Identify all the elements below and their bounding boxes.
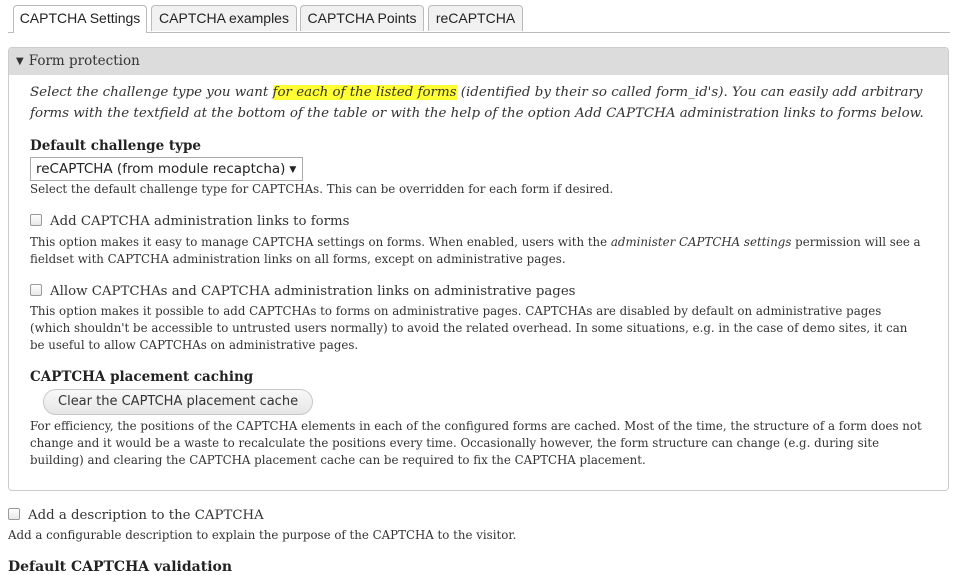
admin-links-label[interactable]: Add CAPTCHA administration links to form… [50, 214, 349, 229]
tab-captcha-settings[interactable]: CAPTCHA Settings [13, 5, 147, 33]
select-value: reCAPTCHA (from module recaptcha) [36, 161, 286, 177]
intro-text-part: Select the challenge type you want [30, 85, 273, 100]
admin-links-option: Add CAPTCHA administration links to form… [30, 214, 349, 229]
placement-caching-description: For efficiency, the positions of the CAP… [30, 419, 922, 467]
add-description-option: Add a description to the CAPTCHA [8, 508, 264, 523]
allow-admin-pages-checkbox[interactable] [30, 284, 42, 296]
legend-label: Form protection [28, 53, 140, 69]
tab-captcha-examples[interactable]: CAPTCHA examples [151, 5, 297, 31]
form-protection-legend[interactable]: ▼ Form protection [9, 48, 948, 75]
form-protection-fieldset: ▼ Form protection Select the challenge ty… [8, 47, 949, 491]
allow-admin-pages-label[interactable]: Allow CAPTCHAs and CAPTCHA administratio… [50, 284, 576, 299]
desc-part: This option makes it easy to manage CAPT… [30, 235, 611, 249]
default-challenge-description: Select the default challenge type for CA… [30, 182, 614, 196]
chevron-down-icon: ▼ [289, 165, 297, 175]
collapse-triangle-icon: ▼ [16, 56, 24, 67]
add-description-description: Add a configurable description to explai… [8, 528, 517, 542]
permission-name: administer CAPTCHA settings [610, 235, 792, 249]
placement-caching-label: CAPTCHA placement caching [30, 369, 254, 385]
intro-highlight: for each of the listed forms [272, 85, 457, 100]
default-challenge-label: Default challenge type [30, 138, 202, 154]
clear-placement-cache-button[interactable]: Clear the CAPTCHA placement cache [43, 389, 314, 415]
tab-bar: CAPTCHA Settings CAPTCHA examples CAPTCH… [8, 5, 950, 33]
default-validation-label: Default CAPTCHA validation [8, 559, 233, 575]
allow-admin-pages-description: This option makes it possible to add CAP… [30, 304, 908, 352]
admin-links-description: This option makes it easy to manage CAPT… [30, 234, 930, 268]
add-description-checkbox[interactable] [8, 508, 20, 520]
admin-links-checkbox[interactable] [30, 214, 42, 226]
intro-text: Select the challenge type you want for e… [30, 82, 940, 124]
tab-recaptcha[interactable]: reCAPTCHA [428, 5, 523, 31]
default-challenge-select[interactable]: reCAPTCHA (from module recaptcha) ▼ [30, 157, 304, 181]
tab-captcha-points[interactable]: CAPTCHA Points [300, 5, 424, 31]
allow-admin-pages-option: Allow CAPTCHAs and CAPTCHA administratio… [30, 284, 576, 299]
add-description-label[interactable]: Add a description to the CAPTCHA [28, 508, 264, 523]
